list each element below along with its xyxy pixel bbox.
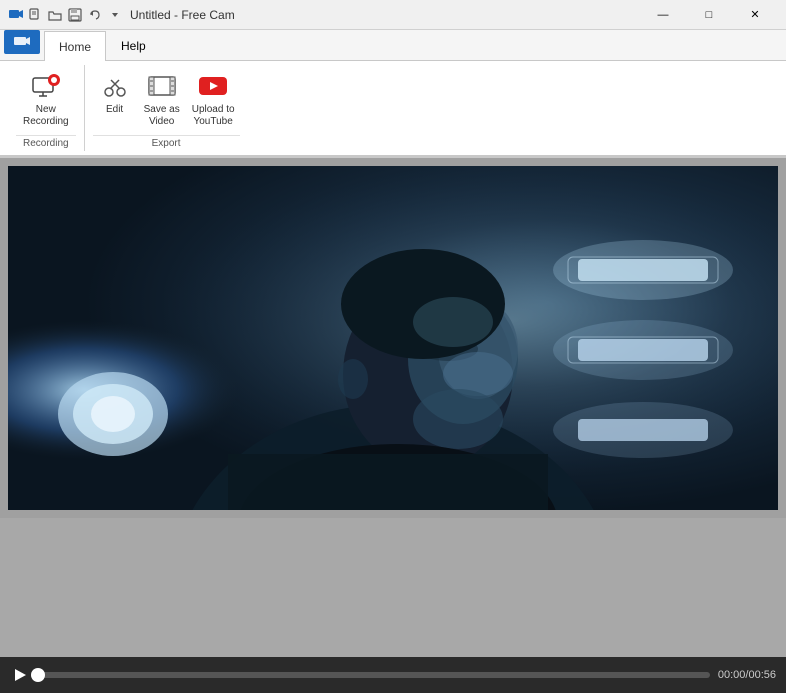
main-content: 00:00/00:56 <box>0 158 786 693</box>
window-controls: — □ ✕ <box>640 0 778 30</box>
edit-label: Edit <box>106 104 123 116</box>
new-recording-button[interactable]: New Recording <box>16 67 76 133</box>
qa-undo-button[interactable] <box>86 6 104 24</box>
new-recording-label: New Recording <box>23 104 69 128</box>
qa-save-button[interactable] <box>66 6 84 24</box>
window-title: Untitled - Free Cam <box>130 8 235 22</box>
player-bar: 00:00/00:56 <box>0 657 786 693</box>
qa-open-button[interactable] <box>46 6 64 24</box>
time-display: 00:00/00:56 <box>718 669 776 681</box>
tab-help[interactable]: Help <box>106 30 161 60</box>
recording-group: New Recording Recording <box>8 65 85 151</box>
save-as-video-button[interactable]: Save as Video <box>139 67 185 131</box>
minimize-button[interactable]: — <box>640 0 686 30</box>
app-menu-button[interactable] <box>4 30 40 54</box>
youtube-icon <box>197 70 229 102</box>
edit-button[interactable]: Edit <box>93 67 137 119</box>
ribbon: Home Help <box>0 30 786 158</box>
scissors-icon <box>99 70 131 102</box>
qa-dropdown-button[interactable] <box>106 6 124 24</box>
app-window: Untitled - Free Cam — □ ✕ Home Help <box>0 0 786 693</box>
quick-access-toolbar <box>8 6 124 24</box>
video-frame <box>8 166 778 510</box>
close-button[interactable]: ✕ <box>732 0 778 30</box>
ribbon-tabs: Home Help <box>0 30 786 60</box>
ribbon-content: New Recording Recording <box>0 60 786 157</box>
video-container <box>0 158 786 518</box>
video-canvas <box>8 166 778 510</box>
export-buttons: Edit <box>93 65 240 133</box>
title-bar: Untitled - Free Cam — □ ✕ <box>0 0 786 30</box>
upload-youtube-label: Upload to YouTube <box>192 104 235 128</box>
tab-home[interactable]: Home <box>44 31 106 61</box>
recording-group-label: Recording <box>16 135 76 151</box>
qa-new-button[interactable] <box>26 6 44 24</box>
title-bar-left: Untitled - Free Cam <box>8 6 235 24</box>
new-recording-icon <box>30 72 62 104</box>
save-as-video-label: Save as Video <box>144 104 180 128</box>
upload-youtube-button[interactable]: Upload to YouTube <box>187 67 240 131</box>
maximize-button[interactable]: □ <box>686 0 732 30</box>
play-button[interactable] <box>10 665 30 685</box>
export-group-label: Export <box>93 135 240 151</box>
recording-buttons: New Recording <box>16 65 76 133</box>
progress-thumb[interactable] <box>31 668 45 682</box>
gray-area <box>0 518 786 657</box>
progress-bar[interactable] <box>38 672 710 678</box>
app-icon <box>8 7 24 23</box>
film-icon <box>146 70 178 102</box>
export-group: Edit <box>85 65 248 151</box>
